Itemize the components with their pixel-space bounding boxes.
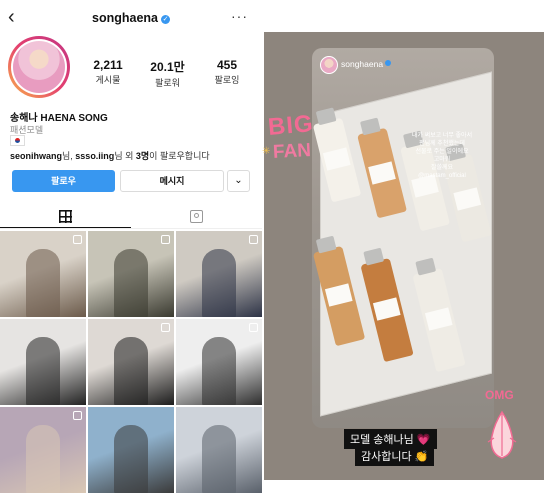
stat-posts-value: 2,211 bbox=[93, 58, 123, 72]
story-text-line: 팬님께 추천했는데 bbox=[419, 141, 465, 147]
message-button[interactable]: 메시지 bbox=[120, 170, 224, 192]
story-text-line: 고마워 bbox=[433, 157, 451, 163]
story-username[interactable]: songhaena bbox=[341, 59, 392, 69]
korea-flag-icon bbox=[10, 135, 25, 146]
post-subject bbox=[26, 249, 60, 317]
stat-following-value: 455 bbox=[216, 58, 238, 72]
profile-tabs bbox=[0, 202, 262, 229]
profile-stats: 2,211 게시물 20.1만 팔로워 455 팔로잉 bbox=[80, 58, 255, 89]
story-verified-icon bbox=[385, 60, 392, 66]
profile-full-name: 송해나 HAENA SONG bbox=[10, 113, 108, 124]
post-subject bbox=[26, 425, 60, 493]
grid-icon bbox=[59, 210, 72, 223]
post-subject bbox=[202, 337, 236, 405]
story-text-overlay: 내가 써보고 너무 좋아서 팬님께 추천했는데 선물로 주는 일이에요 고마워 … bbox=[390, 132, 494, 180]
avatar-frame bbox=[11, 39, 67, 95]
follower-name-1: seonihwang bbox=[10, 151, 63, 161]
suggested-dropdown-button[interactable]: ⌄ bbox=[227, 170, 250, 192]
story-text-line: 선물로 주는 일이에요 bbox=[415, 149, 469, 155]
grid-post-thumbnail[interactable] bbox=[88, 231, 174, 317]
profile-username: songhaena ✓ bbox=[0, 11, 262, 25]
profile-avatar[interactable] bbox=[8, 36, 70, 98]
follower-name-2: ssso.iing bbox=[75, 151, 115, 161]
story-text-line: @mastam_official bbox=[418, 173, 466, 179]
follow-button[interactable]: 팔로우 bbox=[12, 170, 115, 192]
tagged-icon bbox=[190, 210, 203, 223]
tab-tagged[interactable] bbox=[131, 206, 262, 228]
multi-photo-icon bbox=[161, 323, 170, 332]
stat-followers-value: 20.1만 bbox=[150, 60, 185, 74]
post-subject bbox=[114, 425, 148, 493]
followed-by-rest: 님 외 bbox=[114, 151, 136, 161]
post-subject bbox=[114, 249, 148, 317]
story-caption-2: 감사합니다 👏 bbox=[355, 446, 435, 466]
followed-by-sep: 님, bbox=[62, 151, 76, 161]
grid-post-thumbnail[interactable] bbox=[176, 231, 262, 317]
verified-badge-icon: ✓ bbox=[161, 15, 170, 24]
grid-post-thumbnail[interactable] bbox=[176, 407, 262, 493]
multi-photo-icon bbox=[73, 235, 82, 244]
praying-hands-icon bbox=[487, 410, 517, 459]
tab-posts-grid[interactable] bbox=[0, 206, 131, 228]
stat-followers[interactable]: 20.1만 팔로워 bbox=[140, 58, 196, 89]
stat-followers-label: 팔로워 bbox=[155, 78, 180, 88]
stat-following[interactable]: 455 팔로잉 bbox=[199, 58, 255, 89]
stat-following-label: 팔로잉 bbox=[214, 75, 240, 85]
chevron-down-icon: ⌄ bbox=[234, 175, 243, 186]
post-subject bbox=[202, 425, 236, 493]
followed-by-tail: 이 팔로우합니다 bbox=[149, 151, 210, 161]
grid-post-thumbnail[interactable] bbox=[88, 407, 174, 493]
story-username-text: songhaena bbox=[341, 59, 384, 69]
username-text: songhaena bbox=[92, 11, 158, 25]
avatar-photo bbox=[13, 41, 65, 93]
profile-actions: 팔로우 메시지 ⌄ bbox=[12, 170, 250, 192]
followed-by-count: 3명 bbox=[135, 151, 150, 161]
top-bar: ‹ songhaena ✓ ··· bbox=[0, 6, 262, 32]
story-text-line: 잘쓸께요 bbox=[430, 165, 454, 171]
omg-sticker: OMG bbox=[485, 388, 514, 402]
grid-post-thumbnail[interactable] bbox=[0, 231, 86, 317]
grid-post-thumbnail[interactable] bbox=[0, 407, 86, 493]
grid-post-thumbnail[interactable] bbox=[88, 319, 174, 405]
post-subject bbox=[202, 249, 236, 317]
more-options-icon[interactable]: ··· bbox=[231, 8, 248, 24]
story-card[interactable]: songhaena 내가 써보고 너무 좋아서 팬님께 추천했는데 선물로 주는… bbox=[312, 48, 494, 428]
profile-panel: ‹ songhaena ✓ ··· 2,211 게시물 20.1만 팔로워 455… bbox=[0, 0, 262, 493]
stat-posts-label: 게시물 bbox=[95, 75, 121, 85]
post-subject bbox=[114, 337, 148, 405]
story-avatar[interactable] bbox=[320, 56, 338, 74]
multi-photo-icon bbox=[249, 235, 258, 244]
story-text-line: 내가 써보고 너무 좋아서 bbox=[411, 133, 473, 139]
grid-post-thumbnail[interactable] bbox=[176, 319, 262, 405]
photo-grid bbox=[0, 231, 262, 493]
multi-photo-icon bbox=[161, 235, 170, 244]
stat-posts[interactable]: 2,211 게시물 bbox=[80, 58, 136, 89]
grid-post-thumbnail[interactable] bbox=[0, 319, 86, 405]
big-sticker: BIG bbox=[266, 110, 315, 141]
post-subject bbox=[26, 337, 60, 405]
multi-photo-icon bbox=[249, 323, 258, 332]
sparkle-icon: ✳ bbox=[262, 146, 271, 157]
followed-by-text[interactable]: seonihwang님, ssso.iing님 외 3명이 팔로우합니다 bbox=[10, 149, 260, 162]
fan-sticker: FAN bbox=[272, 140, 312, 163]
multi-photo-icon bbox=[73, 411, 82, 420]
product-tray-image bbox=[320, 71, 492, 417]
